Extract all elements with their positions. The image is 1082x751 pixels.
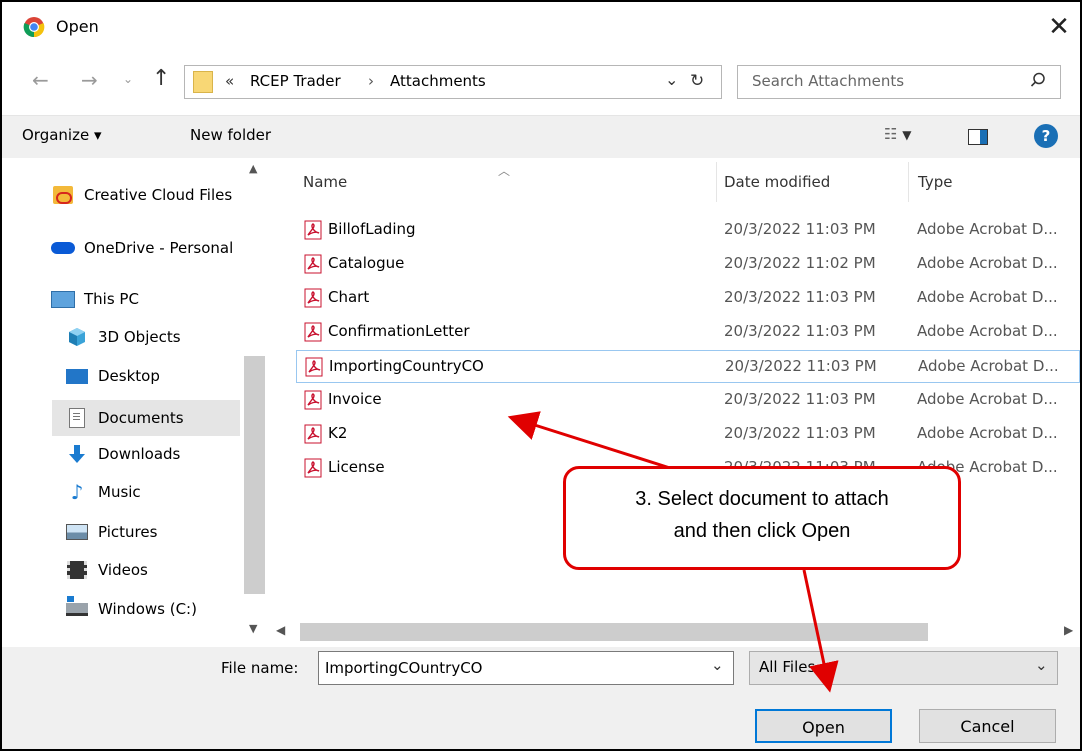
- instruction-callout: 3. Select document to attach and then cl…: [563, 466, 961, 570]
- open-file-dialog: Open ✕ ← → ⌄ ↑ « RCEP Trader › Attachmen…: [0, 0, 1082, 751]
- annotation-arrows: [507, 411, 839, 693]
- arrow-to-file-list: [507, 411, 671, 470]
- callout-line-2: and then click Open: [673, 520, 851, 542]
- arrow-to-open-button: [802, 569, 839, 693]
- callout-line-1: 3. Select document to attach: [635, 488, 889, 510]
